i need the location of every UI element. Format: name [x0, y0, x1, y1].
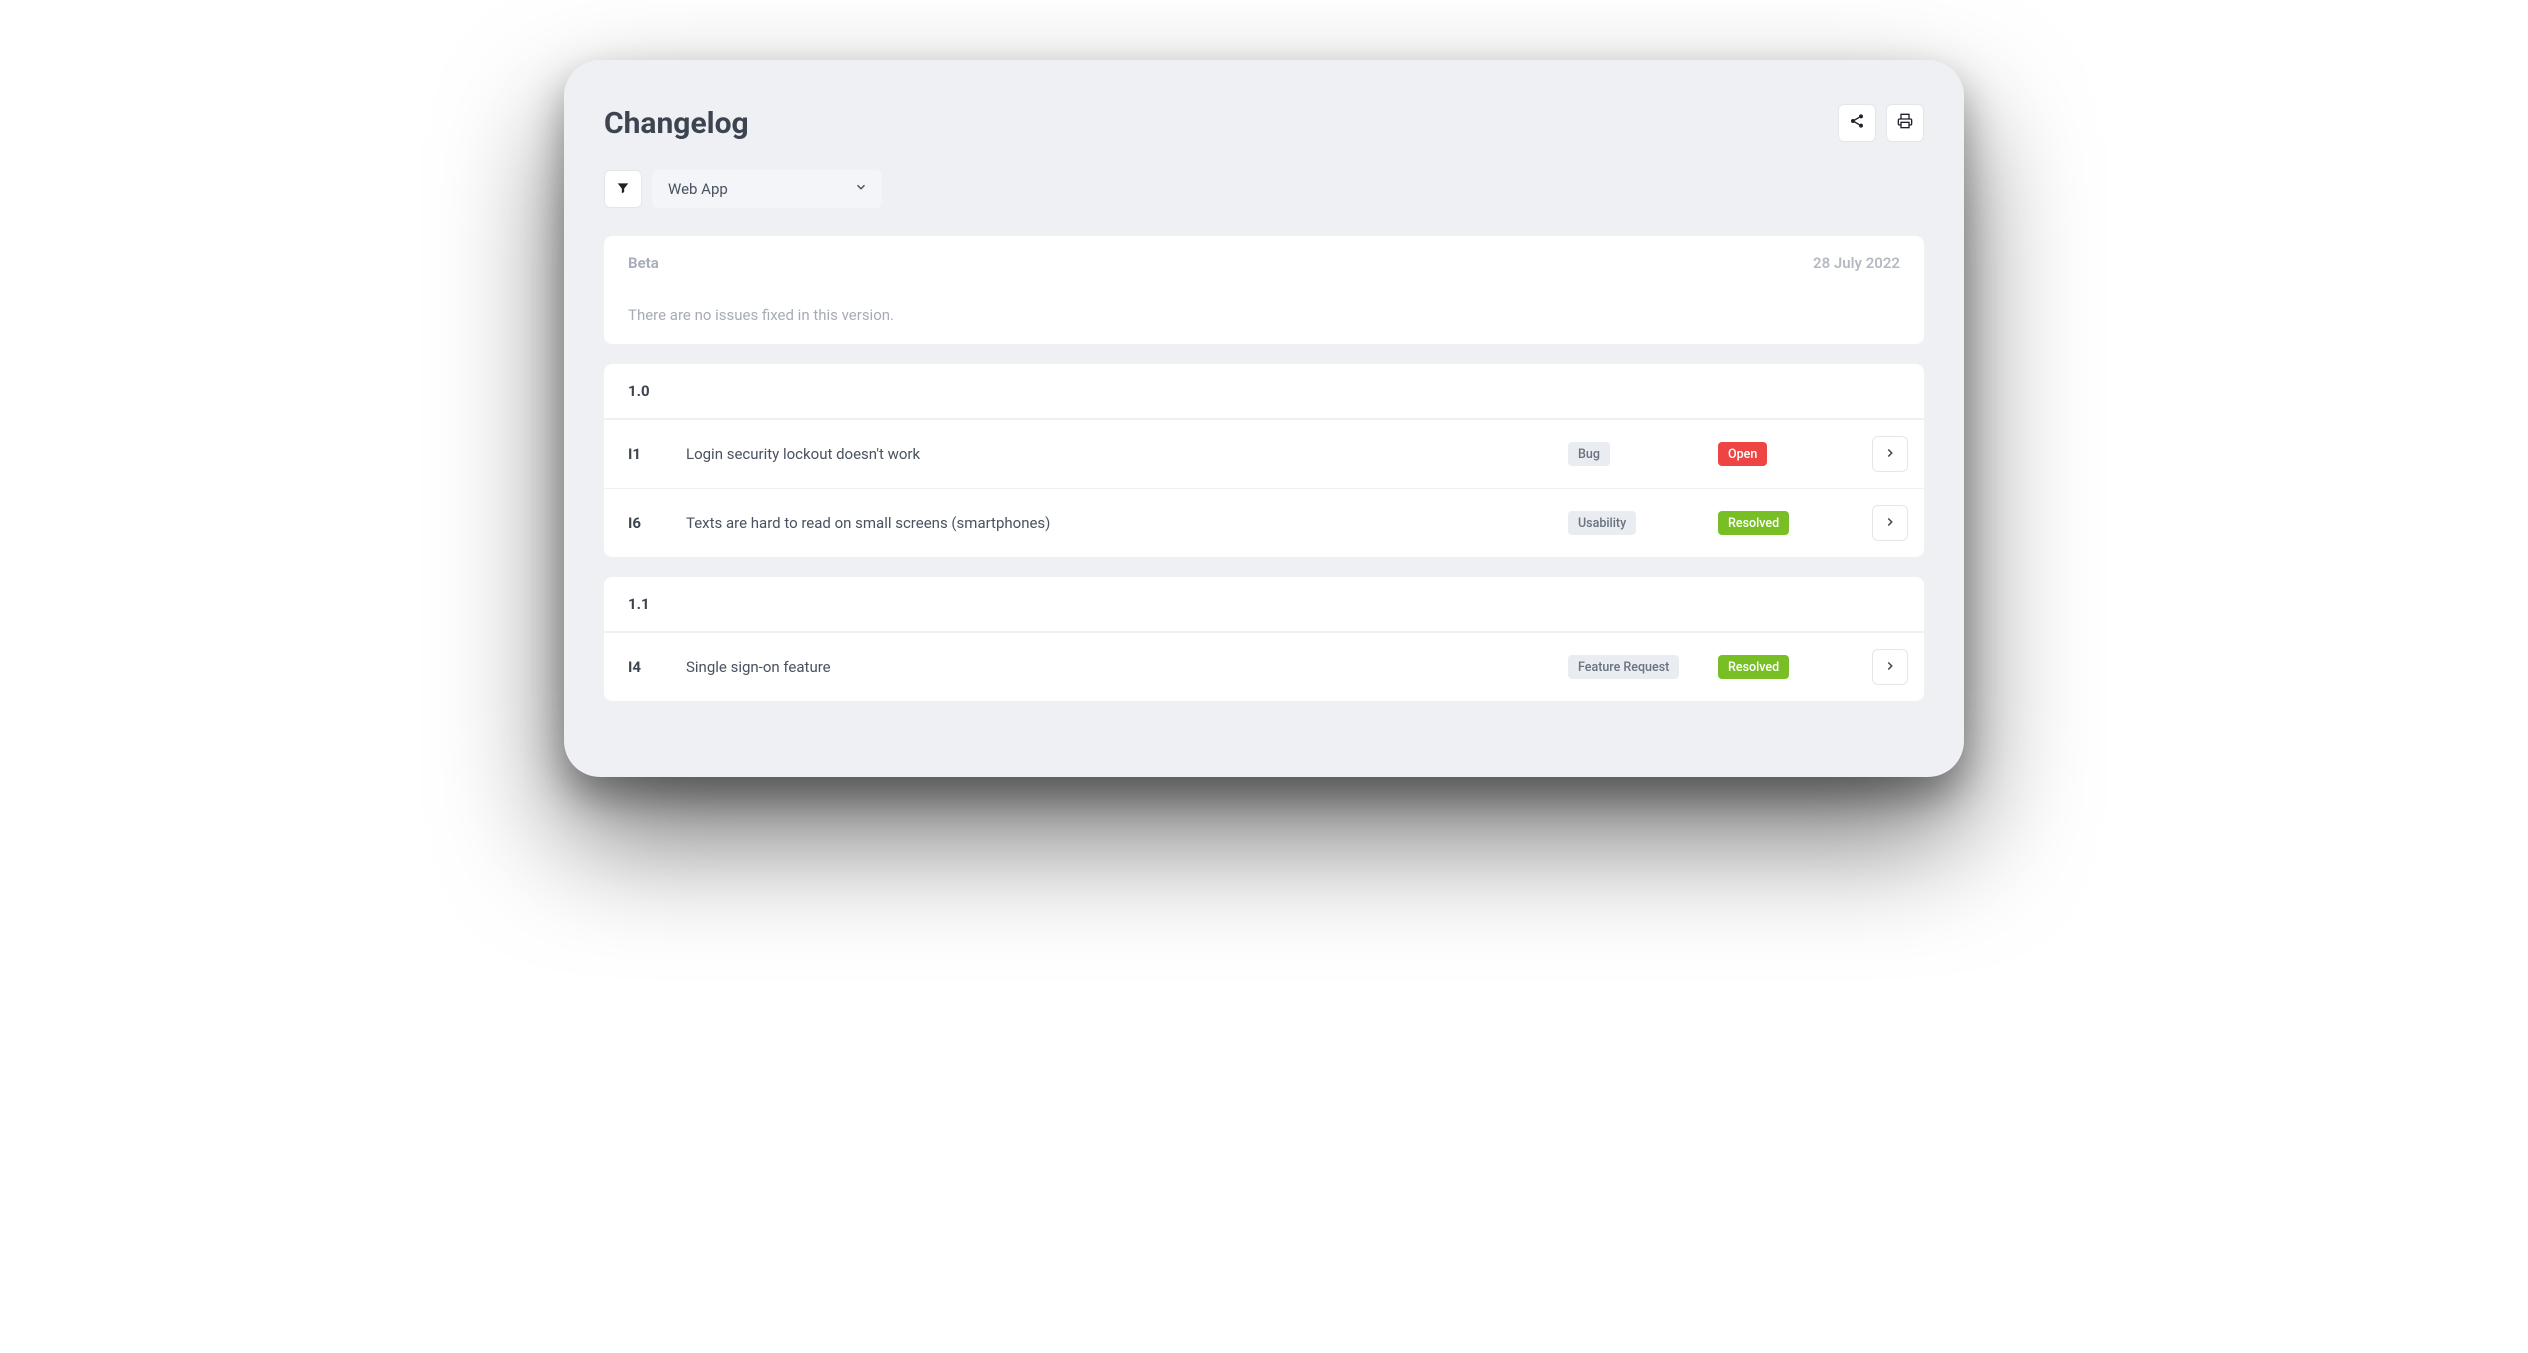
issue-type-badge: Feature Request — [1568, 655, 1679, 679]
issue-row: I6 Texts are hard to read on small scree… — [604, 488, 1924, 557]
issue-id: I6 — [628, 514, 686, 532]
page-title: Changelog — [604, 106, 749, 141]
issue-status-badge: Resolved — [1718, 655, 1789, 679]
issue-title: Login security lockout doesn't work — [686, 445, 1568, 463]
issue-row: I1 Login security lockout doesn't work B… — [604, 419, 1924, 488]
empty-message: There are no issues fixed in this versio… — [604, 290, 1924, 344]
project-dropdown[interactable]: Web App — [652, 170, 882, 208]
version-header: 1.1 — [604, 577, 1924, 632]
version-section-1-1: 1.1 I4 Single sign-on feature Feature Re… — [604, 577, 1924, 701]
issue-status-badge: Resolved — [1718, 511, 1789, 535]
version-label: Beta — [628, 254, 659, 272]
issue-title: Single sign-on feature — [686, 658, 1568, 676]
version-section-1-0: 1.0 I1 Login security lockout doesn't wo… — [604, 364, 1924, 557]
issue-type-badge: Bug — [1568, 442, 1610, 466]
version-date: 28 July 2022 — [1813, 254, 1900, 272]
filters-bar: Web App — [604, 170, 1924, 208]
issue-status-col: Resolved — [1718, 511, 1868, 535]
issue-status-badge: Open — [1718, 442, 1767, 466]
issue-type-col: Bug — [1568, 442, 1718, 466]
share-button[interactable] — [1838, 104, 1876, 142]
issue-status-col: Resolved — [1718, 655, 1868, 679]
print-button[interactable] — [1886, 104, 1924, 142]
issue-id: I1 — [628, 445, 686, 463]
issue-id: I4 — [628, 658, 686, 676]
header: Changelog — [604, 104, 1924, 142]
project-dropdown-label: Web App — [668, 180, 728, 198]
chevron-right-icon — [1883, 514, 1897, 533]
chevron-right-icon — [1883, 445, 1897, 464]
version-section-beta: Beta 28 July 2022 There are no issues fi… — [604, 236, 1924, 344]
version-label: 1.0 — [628, 382, 650, 400]
filter-icon — [616, 180, 630, 199]
issue-title: Texts are hard to read on small screens … — [686, 514, 1568, 532]
open-issue-button[interactable] — [1872, 436, 1908, 472]
print-icon — [1897, 113, 1913, 133]
issue-arrow-col — [1868, 649, 1908, 685]
filter-button[interactable] — [604, 170, 642, 208]
version-label: 1.1 — [628, 595, 650, 613]
open-issue-button[interactable] — [1872, 505, 1908, 541]
issue-arrow-col — [1868, 505, 1908, 541]
issue-type-col: Feature Request — [1568, 655, 1718, 679]
version-header: 1.0 — [604, 364, 1924, 419]
share-icon — [1849, 113, 1865, 133]
issue-type-col: Usability — [1568, 511, 1718, 535]
issue-type-badge: Usability — [1568, 511, 1636, 535]
chevron-down-icon — [854, 180, 868, 198]
issue-status-col: Open — [1718, 442, 1868, 466]
changelog-card: Changelog Web App — [564, 60, 1964, 777]
open-issue-button[interactable] — [1872, 649, 1908, 685]
version-header: Beta 28 July 2022 — [604, 236, 1924, 290]
issue-arrow-col — [1868, 436, 1908, 472]
chevron-right-icon — [1883, 658, 1897, 677]
issue-row: I4 Single sign-on feature Feature Reques… — [604, 632, 1924, 701]
header-actions — [1838, 104, 1924, 142]
